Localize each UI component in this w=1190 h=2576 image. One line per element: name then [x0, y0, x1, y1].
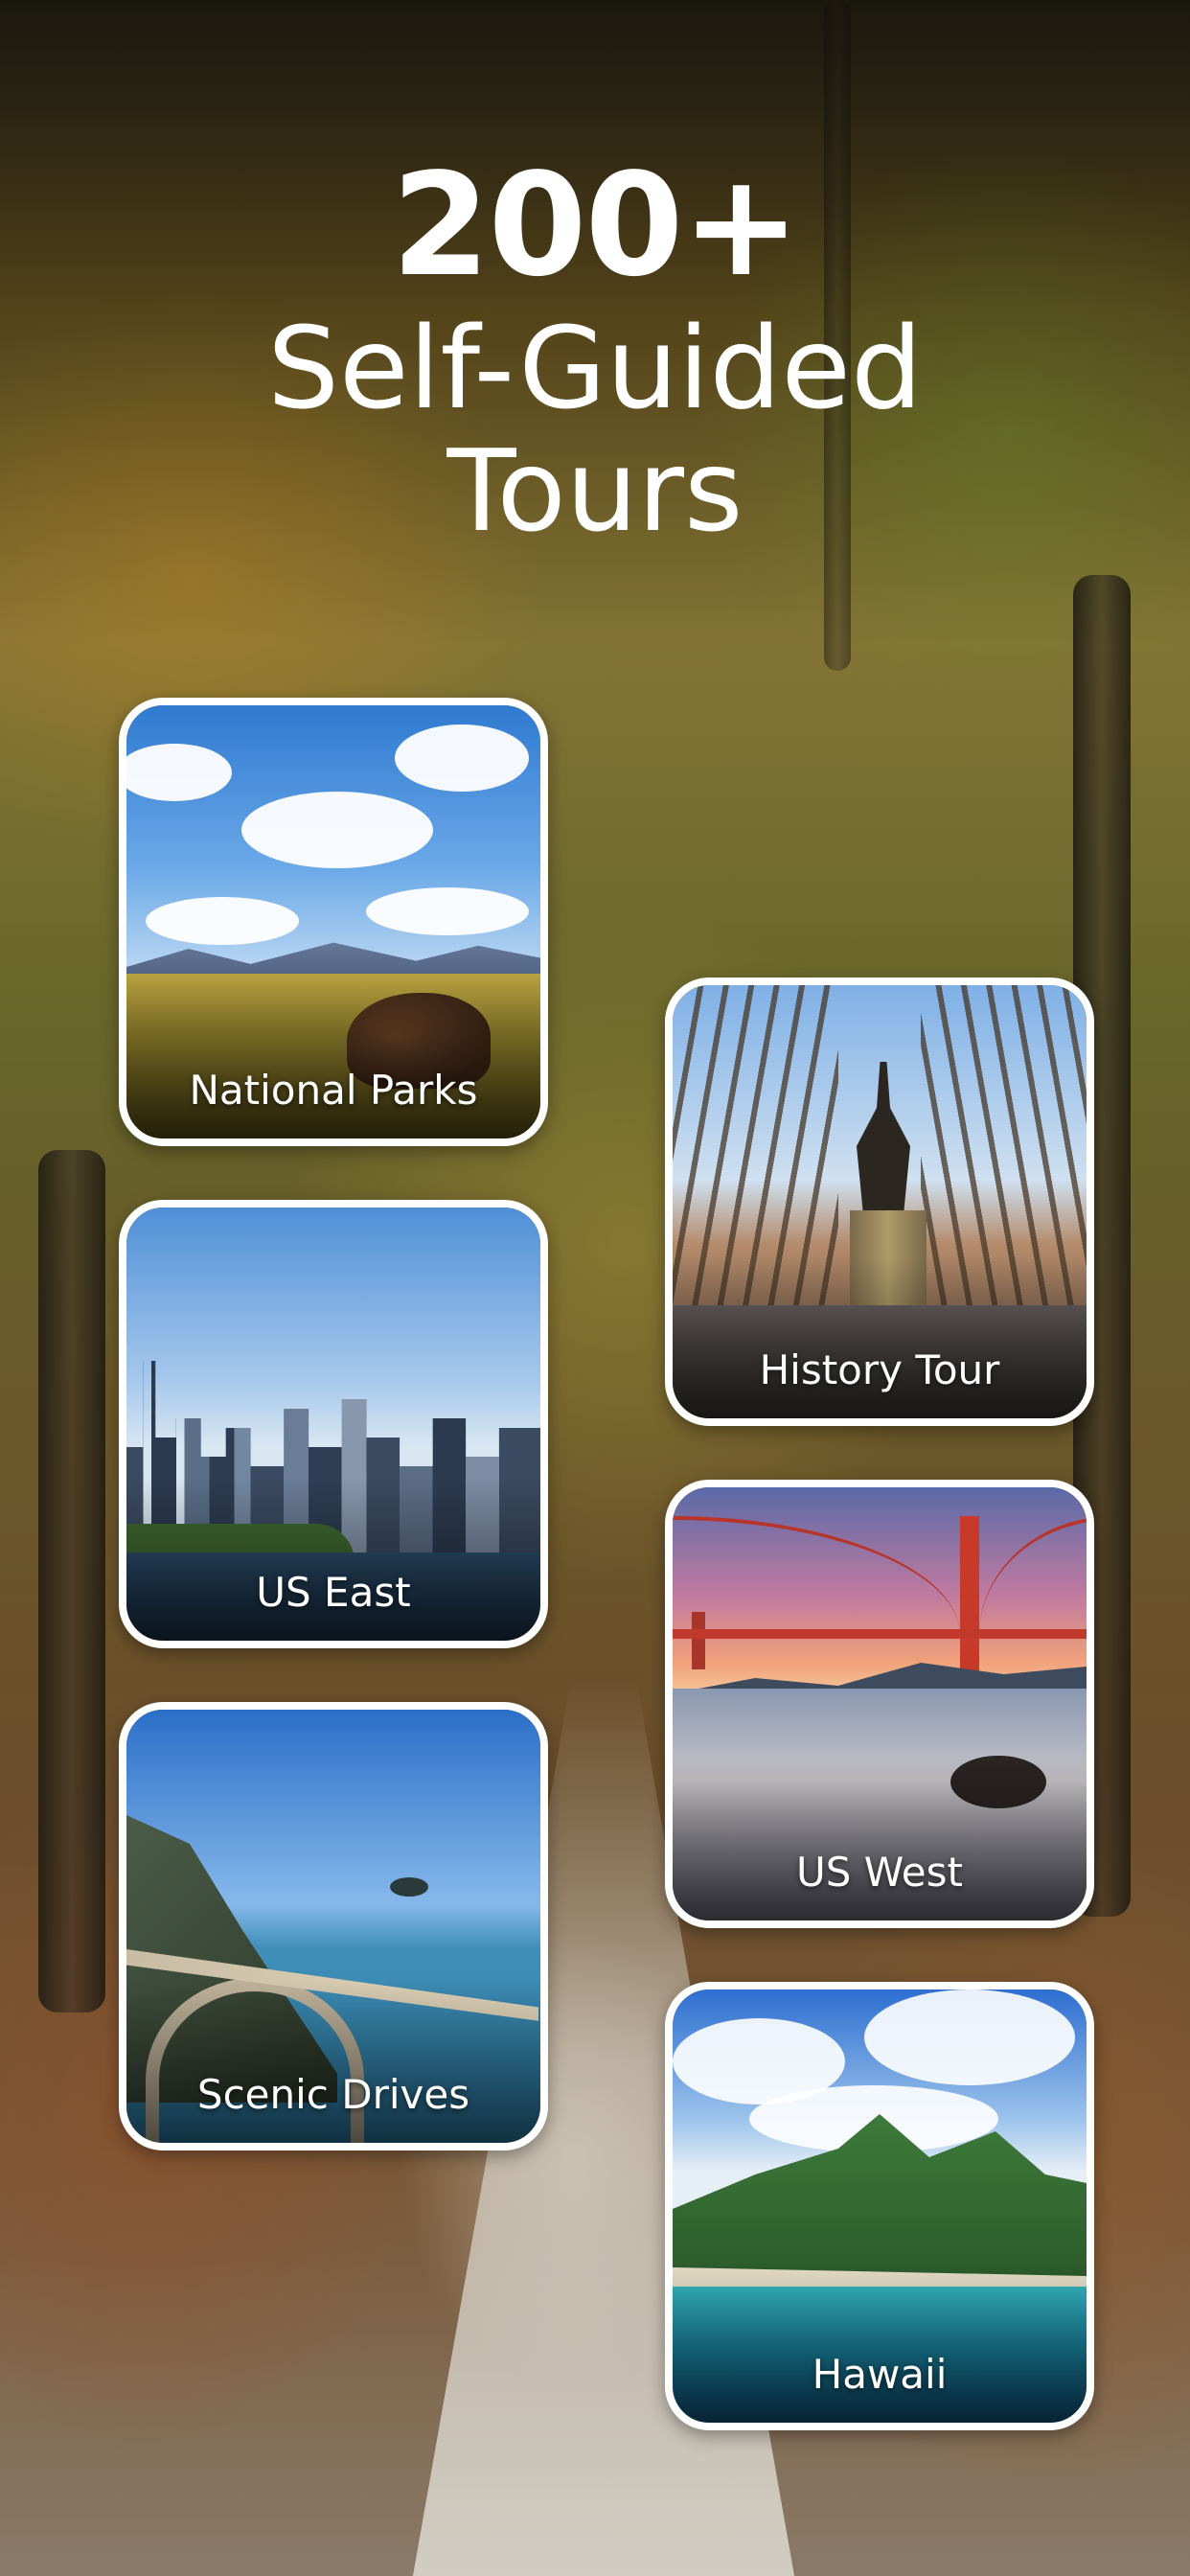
- headline-line-1: Self-Guided: [267, 302, 923, 434]
- headline-line-2: Tours: [446, 425, 744, 557]
- card-label: US East: [256, 1569, 411, 1616]
- card-us-east[interactable]: US East: [119, 1200, 548, 1648]
- tour-count: 200+: [391, 143, 801, 308]
- card-label: Scenic Drives: [196, 2071, 470, 2118]
- headline: 200+ Self-Guided Tours: [0, 144, 1190, 552]
- card-national-parks[interactable]: National Parks: [119, 698, 548, 1146]
- card-hawaii[interactable]: Hawaii: [665, 1982, 1094, 2430]
- card-us-west[interactable]: US West: [665, 1480, 1094, 1928]
- card-history-tour[interactable]: History Tour: [665, 978, 1094, 1426]
- card-label: US West: [795, 1849, 963, 1896]
- card-label: History Tour: [759, 1346, 1000, 1393]
- card-label: National Parks: [189, 1067, 478, 1114]
- screen: 200+ Self-Guided Tours National Parks Hi…: [0, 0, 1190, 2576]
- bridge-tower: [960, 1516, 979, 1679]
- card-scenic-drives[interactable]: Scenic Drives: [119, 1702, 548, 2150]
- card-label: Hawaii: [812, 2351, 948, 2398]
